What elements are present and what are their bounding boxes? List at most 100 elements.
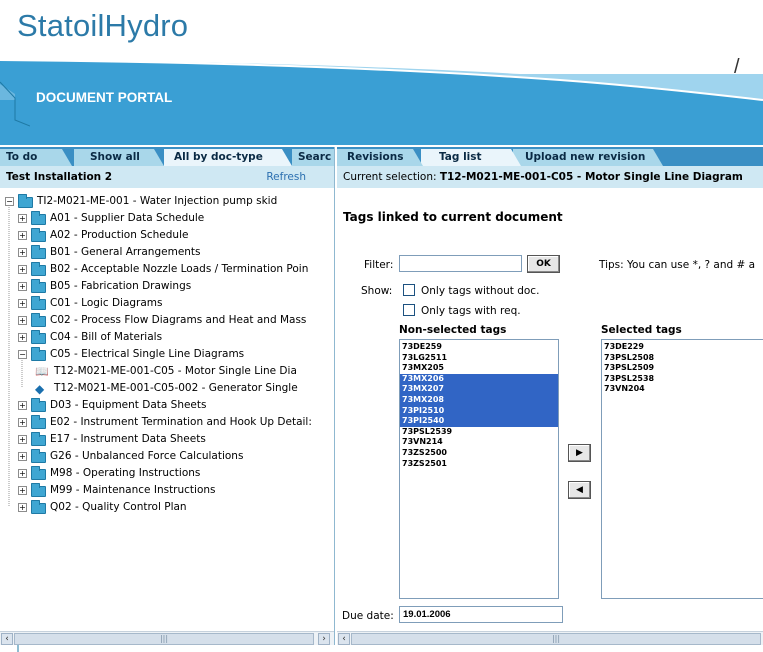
scroll-thumb[interactable]: |||	[351, 633, 761, 645]
tree-item[interactable]: + M98 - Operating Instructions	[0, 465, 334, 481]
refresh-link[interactable]: Refresh	[266, 166, 306, 188]
tab-search[interactable]: Searc	[292, 149, 334, 166]
collapse-icon[interactable]: −	[18, 350, 27, 359]
selection-value: T12-M021-ME-001-C05 - Motor Single Line …	[439, 171, 743, 183]
tab-all-by-doc-type[interactable]: All by doc-type	[164, 149, 292, 166]
scroll-right-icon[interactable]: ›	[318, 633, 330, 645]
expand-icon[interactable]: +	[18, 265, 27, 274]
expand-icon[interactable]: +	[18, 282, 27, 291]
tree-item[interactable]: − TI2-M021-ME-001 - Water Injection pump …	[0, 193, 334, 209]
collapse-icon[interactable]: −	[5, 197, 14, 206]
filter-input[interactable]	[399, 255, 522, 272]
tree-item-label: M98 - Operating Instructions	[50, 467, 201, 479]
tag-option[interactable]: 73DE229	[602, 342, 763, 353]
expand-icon[interactable]: +	[18, 248, 27, 257]
tree-item[interactable]: − C05 - Electrical Single Line Diagrams	[0, 346, 334, 362]
folder-icon	[18, 194, 33, 208]
tag-option[interactable]: 73PSL2539	[400, 427, 558, 438]
tree-item[interactable]: + D03 - Equipment Data Sheets	[0, 397, 334, 413]
tree-item[interactable]: + M99 - Maintenance Instructions	[0, 482, 334, 498]
show-label: Show:	[361, 285, 393, 297]
expand-icon[interactable]: +	[18, 486, 27, 495]
tree-item-label: B02 - Acceptable Nozzle Loads / Terminat…	[50, 263, 309, 275]
scroll-left-icon[interactable]: ‹	[338, 633, 350, 645]
tab-to-do[interactable]: To do	[0, 149, 72, 166]
remove-tag-button[interactable]: ◀	[568, 481, 591, 499]
tag-option[interactable]: 73PI2540	[400, 416, 558, 427]
tag-option[interactable]: 73MX208	[400, 394, 558, 406]
only-without-doc-checkbox[interactable]	[403, 284, 415, 296]
tag-option[interactable]: 73ZS2501	[400, 459, 558, 470]
tree-item[interactable]: + B01 - General Arrangements	[0, 244, 334, 260]
tree-item-label: A01 - Supplier Data Schedule	[50, 212, 205, 224]
tag-option[interactable]: 73MX206	[400, 373, 558, 385]
tag-option[interactable]: 73MX207	[400, 384, 558, 395]
tree-item-label: TI2-M021-ME-001 - Water Injection pump s…	[37, 195, 278, 207]
tab-upload-new-revision[interactable]: Upload new revision	[513, 149, 663, 166]
tree-item[interactable]: 📖 T12-M021-ME-001-C05 - Motor Single Line…	[0, 363, 334, 379]
tree-item[interactable]: + E02 - Instrument Termination and Hook U…	[0, 414, 334, 430]
scroll-left-icon[interactable]: ‹	[1, 633, 13, 645]
expand-icon[interactable]: +	[18, 418, 27, 427]
tree-item[interactable]: + A01 - Supplier Data Schedule	[0, 210, 334, 226]
tree-item[interactable]: + B05 - Fabrication Drawings	[0, 278, 334, 294]
tag-option[interactable]: 73DE259	[400, 342, 558, 353]
nonselected-tags-title: Non-selected tags	[399, 324, 507, 336]
tag-option[interactable]: 73PSL2509	[602, 363, 763, 374]
tree-item-label: Q02 - Quality Control Plan	[50, 501, 187, 513]
tag-option[interactable]: 73VN214	[400, 437, 558, 448]
tag-option[interactable]: 73PSL2538	[602, 374, 763, 385]
tag-option[interactable]: 73ZS2500	[400, 448, 558, 459]
folder-icon	[31, 262, 46, 276]
tree-item[interactable]: + Q02 - Quality Control Plan	[0, 499, 334, 515]
installation-bar: Test Installation 2 Refresh	[0, 166, 334, 188]
tree-item[interactable]: + C04 - Bill of Materials	[0, 329, 334, 345]
tree-item[interactable]: + B02 - Acceptable Nozzle Loads / Termina…	[0, 261, 334, 277]
add-tag-button[interactable]: ▶	[568, 444, 591, 462]
ok-button[interactable]: OK	[527, 255, 560, 273]
expand-icon[interactable]: +	[18, 503, 27, 512]
tree-item[interactable]: ◆ T12-M021-ME-001-C05-002 - Generator Sin…	[0, 380, 334, 396]
document-icon: ◆	[35, 382, 45, 396]
tag-option[interactable]: 73VN204	[602, 384, 763, 395]
tag-option[interactable]: 73PSL2508	[602, 353, 763, 364]
folder-icon	[31, 398, 46, 412]
tag-option[interactable]: 73PI2510	[400, 405, 558, 417]
open-document-icon: 📖	[35, 365, 49, 378]
tree-item[interactable]: + C01 - Logic Diagrams	[0, 295, 334, 311]
folder-icon	[31, 500, 46, 514]
scroll-thumb[interactable]: |||	[14, 633, 314, 645]
expand-icon[interactable]: +	[18, 452, 27, 461]
arrow-right-icon: ▶	[576, 448, 583, 458]
only-with-req-checkbox[interactable]	[403, 304, 415, 316]
tab-revisions[interactable]: Revisions	[337, 149, 423, 166]
breadcrumb-separator: /	[734, 56, 740, 78]
tree-item[interactable]: + C02 - Process Flow Diagrams and Heat an…	[0, 312, 334, 328]
left-horizontal-scrollbar[interactable]: ‹ ||| ›	[0, 631, 334, 645]
nonselected-tags-list[interactable]: 73DE259 73LG2511 73MX205 73MX206 73MX207 73MX…	[399, 339, 559, 599]
tree-item[interactable]: + E17 - Instrument Data Sheets	[0, 431, 334, 447]
expand-icon[interactable]: +	[18, 231, 27, 240]
tab-tag-list[interactable]: Tag list	[421, 149, 521, 166]
expand-icon[interactable]: +	[18, 316, 27, 325]
right-horizontal-scrollbar[interactable]: ‹ |||	[337, 631, 763, 645]
document-tree-pane: To do Show all All by doc-type Searc Tes…	[0, 147, 335, 645]
expand-icon[interactable]: +	[18, 214, 27, 223]
tree-item-label: D03 - Equipment Data Sheets	[50, 399, 207, 411]
folder-icon	[31, 415, 46, 429]
filter-label: Filter:	[364, 259, 394, 271]
tree-item[interactable]: + A02 - Production Schedule	[0, 227, 334, 243]
expand-icon[interactable]: +	[18, 299, 27, 308]
tree-item-label: E17 - Instrument Data Sheets	[50, 433, 206, 445]
left-tab-bar: To do Show all All by doc-type Searc	[0, 147, 334, 166]
expand-icon[interactable]: +	[18, 333, 27, 342]
expand-icon[interactable]: +	[18, 435, 27, 444]
tree-item[interactable]: + G26 - Unbalanced Force Calculations	[0, 448, 334, 464]
selected-tags-list[interactable]: 73DE229 73PSL2508 73PSL2509 73PSL2538 73VN20…	[601, 339, 763, 599]
due-date-input[interactable]	[399, 606, 563, 623]
tab-show-all[interactable]: Show all	[74, 149, 164, 166]
expand-icon[interactable]: +	[18, 469, 27, 478]
tag-option[interactable]: 73MX205	[400, 363, 558, 374]
tag-option[interactable]: 73LG2511	[400, 353, 558, 364]
expand-icon[interactable]: +	[18, 401, 27, 410]
